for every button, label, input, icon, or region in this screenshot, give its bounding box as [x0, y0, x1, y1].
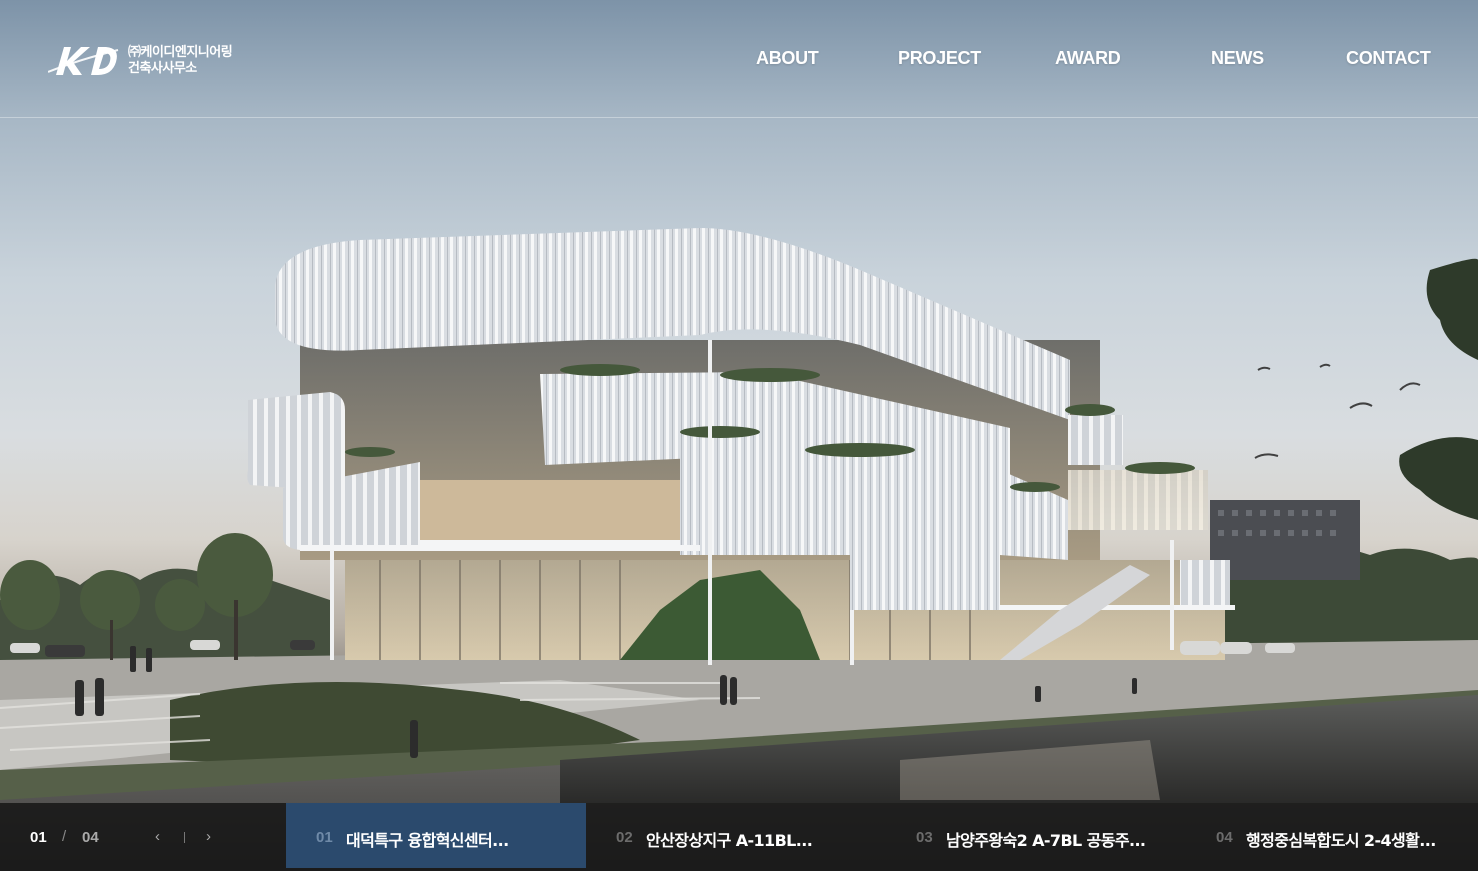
slide-number: 03 [916, 829, 933, 846]
nav-about[interactable]: ABOUT [756, 48, 819, 69]
pager-current: 01 [30, 829, 47, 846]
pager-total: 04 [82, 829, 99, 846]
pager-separator: / [62, 828, 67, 845]
nav-news[interactable]: NEWS [1211, 48, 1264, 69]
hero-illustration [0, 228, 1478, 803]
main-nav: ABOUT PROJECT AWARD NEWS CONTACT [0, 48, 1478, 70]
pager-divider [184, 832, 185, 843]
nav-project[interactable]: PROJECT [898, 48, 981, 69]
slide-number: 02 [616, 829, 633, 846]
nav-award[interactable]: AWARD [1055, 48, 1121, 69]
site-header: ㈜케이디엔지니어링 건축사사무소 ABOUT PROJECT AWARD NEW… [0, 0, 1478, 118]
slide-title: 안산장상지구 A-11BL... [646, 831, 813, 850]
slide-number: 01 [316, 829, 333, 846]
chevron-right-icon[interactable]: › [206, 828, 211, 845]
slide-title: 행정중심복합도시 2-4생활... [1246, 831, 1436, 850]
slide-pager: 01 / 04 ‹ › [28, 803, 286, 868]
hero-rendering-image [0, 0, 1478, 871]
chevron-left-icon[interactable]: ‹ [155, 828, 160, 845]
project-slider-bar: 01 / 04 ‹ › 01 대덕특구 융합혁신센터... 02 안산장상지구 … [0, 803, 1478, 871]
slide-title: 남양주왕숙2 A-7BL 공동주... [946, 831, 1146, 850]
slide-tab-1[interactable]: 01 대덕특구 융합혁신센터... [286, 803, 586, 868]
slide-title: 대덕특구 융합혁신센터... [346, 831, 509, 850]
nav-contact[interactable]: CONTACT [1346, 48, 1431, 69]
slide-number: 04 [1216, 829, 1233, 846]
slide-tab-2[interactable]: 02 안산장상지구 A-11BL... [586, 803, 886, 868]
slide-tab-3[interactable]: 03 남양주왕숙2 A-7BL 공동주... [886, 803, 1186, 868]
slide-tab-4[interactable]: 04 행정중심복합도시 2-4생활... [1186, 803, 1478, 868]
